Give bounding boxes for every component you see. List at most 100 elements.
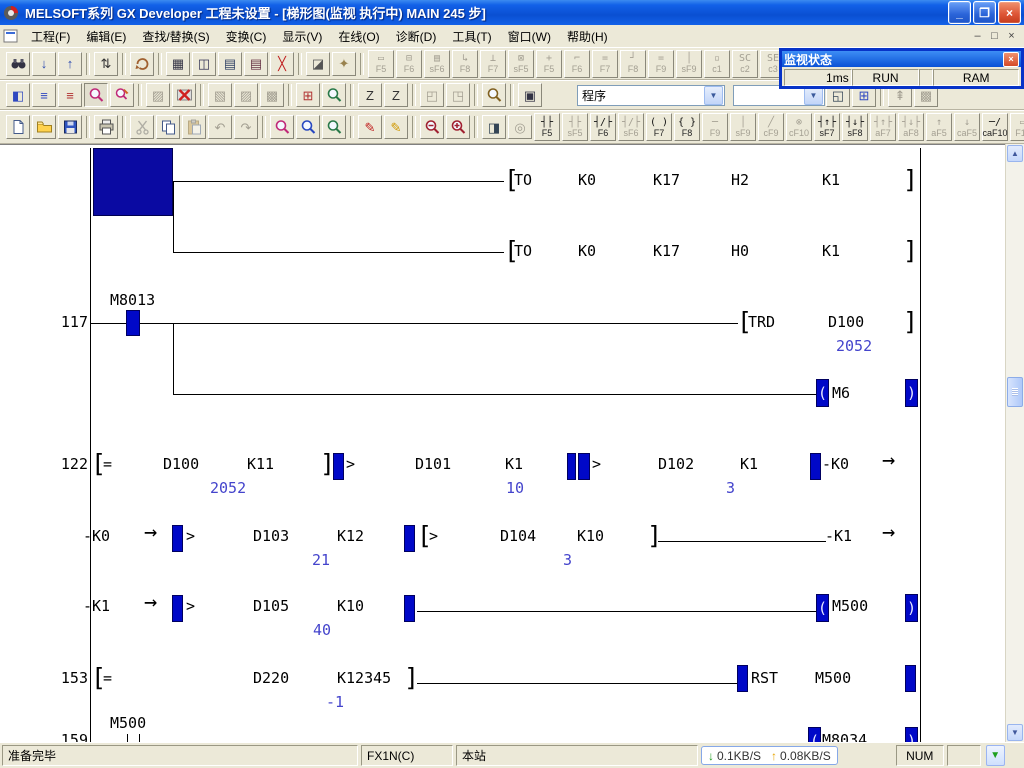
menu-item-6[interactable]: 诊断(D) bbox=[388, 26, 445, 47]
page-copy-icon[interactable]: ◪ bbox=[306, 52, 330, 76]
undo-button[interactable]: ↶ bbox=[208, 115, 232, 139]
mdi-restore-button[interactable]: □ bbox=[986, 29, 1003, 44]
print-button[interactable] bbox=[94, 115, 118, 139]
comment-view-icon[interactable]: ▣ bbox=[518, 83, 542, 107]
vertical-line-button[interactable]: │sF9 bbox=[730, 113, 756, 141]
read-mode-icon[interactable]: ≡ bbox=[32, 83, 56, 107]
device-test-off-button[interactable]: ✎ bbox=[384, 115, 408, 139]
menu-item-1[interactable]: 编辑(E) bbox=[78, 26, 134, 47]
zoom-in-button[interactable] bbox=[446, 115, 470, 139]
sfc-rule2-button[interactable]: =F7 bbox=[592, 50, 618, 78]
vertical-scrollbar[interactable]: ▲ ▼ bbox=[1005, 144, 1024, 742]
delete-vline-button[interactable]: ⊗cF10 bbox=[786, 113, 812, 141]
sfc-sel-button[interactable]: ▤sF6 bbox=[424, 50, 450, 78]
device-test-on-button[interactable]: ✎ bbox=[358, 115, 382, 139]
delete-hline-button[interactable]: ╱cF9 bbox=[758, 113, 784, 141]
new-project-button[interactable] bbox=[6, 115, 30, 139]
ladder-diagram-canvas[interactable]: ()()()[TOK0K17H2K1][TOK0K17H0K1]117M8013… bbox=[0, 144, 1005, 743]
sfc-trans-button[interactable]: ⊟F6 bbox=[396, 50, 422, 78]
zoom-out-button[interactable] bbox=[420, 115, 444, 139]
application-instruction-button[interactable]: { }F8 bbox=[674, 113, 700, 141]
close-button[interactable]: × bbox=[998, 1, 1021, 24]
tile-windows-button[interactable]: ◨ bbox=[482, 115, 506, 139]
copy-button[interactable] bbox=[156, 115, 180, 139]
sfc-jump-button[interactable]: ↳F8 bbox=[452, 50, 478, 78]
open-project-button[interactable] bbox=[32, 115, 56, 139]
monitor-close-icon[interactable]: × bbox=[1003, 52, 1019, 67]
sfc-c2-button[interactable]: SCc2 bbox=[732, 50, 758, 78]
sfc-dummy-button[interactable]: ⊠sF5 bbox=[508, 50, 534, 78]
hand-tool-icon[interactable]: ✦ bbox=[332, 52, 356, 76]
network-test-icon[interactable] bbox=[482, 83, 506, 107]
invert-down-button[interactable]: ↓caF5 bbox=[954, 113, 980, 141]
edit-block1-icon[interactable]: ▧ bbox=[208, 83, 232, 107]
menu-item-7[interactable]: 工具(T) bbox=[444, 26, 499, 47]
minimize-button[interactable]: _ bbox=[948, 1, 971, 24]
invert-up-button[interactable]: ↑aF5 bbox=[926, 113, 952, 141]
rising-pulse-button[interactable]: ┤↑├sF7 bbox=[814, 113, 840, 141]
entry-monitor-grid-icon[interactable]: ▦ bbox=[166, 52, 190, 76]
horizontal-line-button[interactable]: ─F9 bbox=[702, 113, 728, 141]
monitor-write-mode-icon[interactable] bbox=[110, 83, 134, 107]
branch-line-button[interactable]: ▭F10 bbox=[1010, 113, 1024, 141]
comment-monitor-button[interactable] bbox=[322, 115, 346, 139]
find-prev-icon[interactable]: ↑ bbox=[58, 52, 82, 76]
delete-x-icon[interactable]: ╳ bbox=[270, 52, 294, 76]
mdi-close-button[interactable]: × bbox=[1003, 29, 1020, 44]
refresh-button[interactable]: ◎ bbox=[508, 115, 532, 139]
insert-mode-icon[interactable]: ⇅ bbox=[94, 52, 118, 76]
block-list1-icon[interactable]: ◰ bbox=[420, 83, 444, 107]
coil-button[interactable]: ( )F7 bbox=[646, 113, 672, 141]
sfc-rule3-button[interactable]: ┘F8 bbox=[620, 50, 646, 78]
falling-pulse-or-button[interactable]: ┤↓├aF8 bbox=[898, 113, 924, 141]
menu-item-8[interactable]: 窗口(W) bbox=[500, 26, 559, 47]
stop-monitor-icon[interactable] bbox=[172, 83, 196, 107]
menu-item-5[interactable]: 在线(O) bbox=[330, 26, 387, 47]
scroll-thumb[interactable] bbox=[1007, 377, 1023, 407]
mdi-minimize-button[interactable]: – bbox=[969, 29, 986, 44]
phone-line-icon[interactable]: ▨ bbox=[146, 83, 170, 107]
paste-button[interactable] bbox=[182, 115, 206, 139]
rising-pulse-or-button[interactable]: ┤↑├aF7 bbox=[870, 113, 896, 141]
device-monitor-button[interactable] bbox=[296, 115, 320, 139]
closed-contact-button[interactable]: ┤/├F6 bbox=[590, 113, 616, 141]
sampling-trace-icon[interactable] bbox=[322, 83, 346, 107]
find-device-icon[interactable] bbox=[6, 52, 30, 76]
falling-pulse-button[interactable]: ┤↓├sF8 bbox=[842, 113, 868, 141]
device-batch-icon[interactable]: ⊞ bbox=[296, 83, 320, 107]
open-contact-button[interactable]: ┤├F5 bbox=[534, 113, 560, 141]
program-convert-icon[interactable] bbox=[130, 52, 154, 76]
sfc-end-button[interactable]: ⊥F7 bbox=[480, 50, 506, 78]
cascade-windows-icon[interactable]: ◫ bbox=[192, 52, 216, 76]
menu-item-0[interactable]: 工程(F) bbox=[23, 26, 78, 47]
monitor-status-titlebar[interactable]: 监视状态 × bbox=[782, 51, 1021, 67]
sfc-vline-button[interactable]: +F5 bbox=[536, 50, 562, 78]
cut-button[interactable] bbox=[130, 115, 154, 139]
sfc-c1-button[interactable]: ▫c1 bbox=[704, 50, 730, 78]
menu-item-4[interactable]: 显示(V) bbox=[274, 26, 330, 47]
edit-block2-icon[interactable]: ▨ bbox=[234, 83, 258, 107]
scroll-down-button[interactable]: ▼ bbox=[1007, 724, 1023, 741]
redo-button[interactable]: ↷ bbox=[234, 115, 258, 139]
restore-button[interactable]: ❐ bbox=[973, 1, 996, 24]
insert-row-icon[interactable]: ▤ bbox=[218, 52, 242, 76]
sfc-rule4-button[interactable]: =F9 bbox=[648, 50, 674, 78]
ladder-selection-cursor[interactable] bbox=[93, 148, 173, 216]
write-mode-icon[interactable]: ≡ bbox=[58, 83, 82, 107]
sfc-rule1-button[interactable]: ⌐F6 bbox=[564, 50, 590, 78]
scroll-up-button[interactable]: ▲ bbox=[1007, 145, 1023, 162]
ladder-monitor-button[interactable] bbox=[270, 115, 294, 139]
save-project-button[interactable] bbox=[58, 115, 82, 139]
chevron-down-icon[interactable]: ▼ bbox=[704, 86, 723, 105]
menu-item-3[interactable]: 变换(C) bbox=[218, 26, 275, 47]
block-list2-icon[interactable]: ◳ bbox=[446, 83, 470, 107]
menu-item-9[interactable]: 帮助(H) bbox=[559, 26, 616, 47]
open-contact-or-button[interactable]: ┤├sF5 bbox=[562, 113, 588, 141]
find-next-icon[interactable]: ↓ bbox=[32, 52, 56, 76]
program-type-combo[interactable]: 程序▼ bbox=[577, 85, 725, 106]
closed-contact-or-button[interactable]: ┤/├sF6 bbox=[618, 113, 644, 141]
monitor-mode-icon[interactable] bbox=[84, 83, 108, 107]
sfc-step-button[interactable]: ▭F5 bbox=[368, 50, 394, 78]
sfc-zoom1-icon[interactable]: Z bbox=[358, 83, 382, 107]
edit-block3-icon[interactable]: ▩ bbox=[260, 83, 284, 107]
